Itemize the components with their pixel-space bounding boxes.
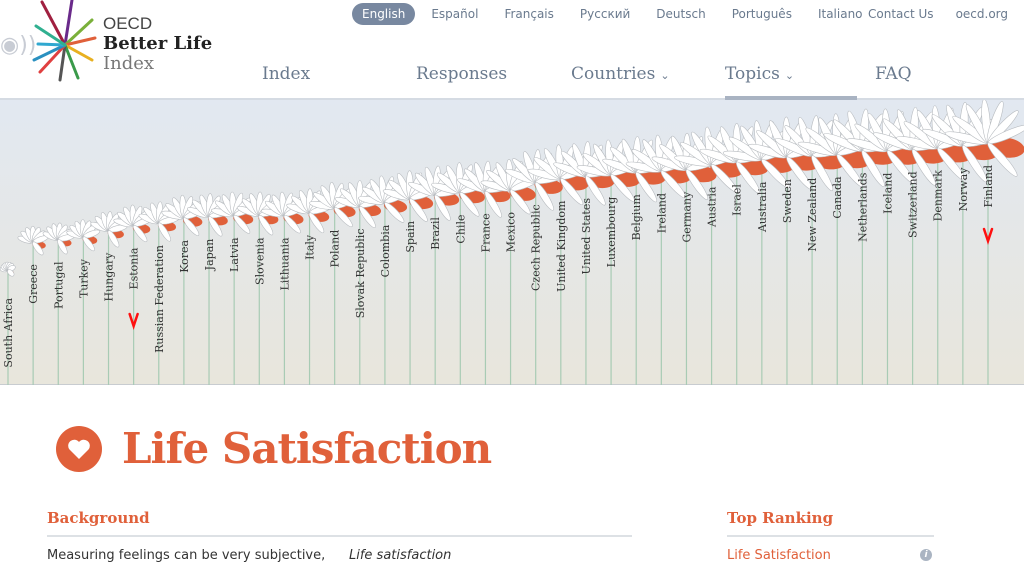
country-label[interactable]: Korea <box>178 239 191 272</box>
country-label[interactable]: Estonia <box>128 247 141 289</box>
country-label[interactable]: Brazil <box>429 217 442 250</box>
country-label[interactable]: Sweden <box>781 179 794 223</box>
lang-español[interactable]: Español <box>421 3 488 25</box>
info-icon[interactable]: i <box>920 549 932 561</box>
utility-links: Contact Us oecd.org <box>868 7 1008 21</box>
country-label[interactable]: Portugal <box>52 261 65 309</box>
country-label[interactable]: Israel <box>731 184 744 216</box>
country-label[interactable]: Iceland <box>881 173 894 214</box>
country-label[interactable]: Czech Republic <box>530 204 543 291</box>
country-label[interactable]: Chile <box>454 215 467 244</box>
country-label[interactable]: Denmark <box>932 170 945 222</box>
lang-italiano[interactable]: Italiano <box>808 3 873 25</box>
country-label[interactable]: Netherlands <box>856 172 869 242</box>
top-ranking-heading: Top Ranking <box>727 509 834 527</box>
nav-topics[interactable]: Topics ⌄ <box>725 64 794 84</box>
country-label[interactable]: Colombia <box>379 224 392 277</box>
oecd-org-link[interactable]: oecd.org <box>956 7 1008 21</box>
nav-index[interactable]: Index <box>262 64 310 84</box>
country-flower-chart: South Africa Greece Portugal Turkey Hungary E… <box>0 98 1024 385</box>
country-label[interactable]: Norway <box>957 167 970 211</box>
nav-responses[interactable]: Responses <box>416 64 507 84</box>
flower-chart-svg: South Africa Greece Portugal Turkey Hungary E… <box>0 98 1024 385</box>
background-heading: Background <box>47 509 150 527</box>
logo-text: OECD Better Life Index <box>103 14 213 74</box>
country-label[interactable]: Luxembourg <box>605 197 618 268</box>
country-label[interactable]: Poland <box>329 230 342 268</box>
nav-countries[interactable]: Countries ⌄ <box>571 64 670 84</box>
country-label[interactable]: Spain <box>404 221 417 253</box>
country-label[interactable]: Switzerland <box>907 171 920 238</box>
country-label[interactable]: Finland <box>982 165 995 207</box>
country-label[interactable]: Belgium <box>630 194 643 241</box>
chevron-down-icon: ⌄ <box>784 69 795 82</box>
lang-english[interactable]: English <box>352 3 416 25</box>
heart-icon <box>56 425 102 472</box>
country-label[interactable]: Russian Federation <box>153 245 166 353</box>
lang-русский[interactable]: Русский <box>570 3 640 25</box>
country-label[interactable]: Greece <box>27 264 40 304</box>
topic-title: Life Satisfaction <box>56 424 492 473</box>
oecd-logo[interactable]: ◉)) <box>0 0 100 85</box>
country-label[interactable]: New Zealand <box>806 178 819 252</box>
contact-us-link[interactable]: Contact Us <box>868 7 934 21</box>
language-selector: English Español Français Русский Deutsch Port… <box>352 3 879 25</box>
country-label[interactable]: Mexico <box>505 212 518 253</box>
country-label[interactable]: Australia <box>756 181 769 233</box>
country-label[interactable]: Hungary <box>103 252 116 302</box>
background-text: Measuring feelings can be very subjectiv… <box>47 548 326 563</box>
country-label[interactable]: Lithuania <box>278 237 291 291</box>
page-title: Life Satisfaction <box>122 424 492 473</box>
country-label[interactable]: United Kingdom <box>555 200 568 292</box>
chevron-down-icon: ⌄ <box>660 69 670 82</box>
country-label[interactable]: Canada <box>831 176 844 219</box>
divider <box>47 535 632 537</box>
country-label[interactable]: Italy <box>304 234 317 260</box>
country-label[interactable]: South Africa <box>2 298 15 368</box>
country-label[interactable]: Slovak Republic <box>354 229 367 319</box>
country-label[interactable]: United States <box>580 198 593 275</box>
country-label[interactable]: Germany <box>680 191 693 243</box>
header: ◉)) OECD Better Life Index English Españo… <box>0 0 1024 100</box>
country-label[interactable]: Turkey <box>77 258 90 298</box>
country-label[interactable]: Latvia <box>228 237 241 272</box>
country-label[interactable]: Slovenia <box>253 237 266 285</box>
country-label[interactable]: Ireland <box>655 193 668 233</box>
country-label[interactable]: France <box>479 213 492 252</box>
ranking-item-life-satisfaction[interactable]: Life Satisfaction <box>727 548 831 563</box>
background-text-2: Life satisfaction <box>349 548 452 563</box>
lang-português[interactable]: Português <box>722 3 802 25</box>
nav-faq[interactable]: FAQ <box>875 64 912 84</box>
svg-text:◉)): ◉)) <box>0 33 36 58</box>
country-label[interactable]: Austria <box>706 186 719 228</box>
lang-deutsch[interactable]: Deutsch <box>646 3 715 25</box>
lang-français[interactable]: Français <box>494 3 563 25</box>
divider <box>727 535 934 537</box>
country-label[interactable]: Japan <box>203 239 216 272</box>
